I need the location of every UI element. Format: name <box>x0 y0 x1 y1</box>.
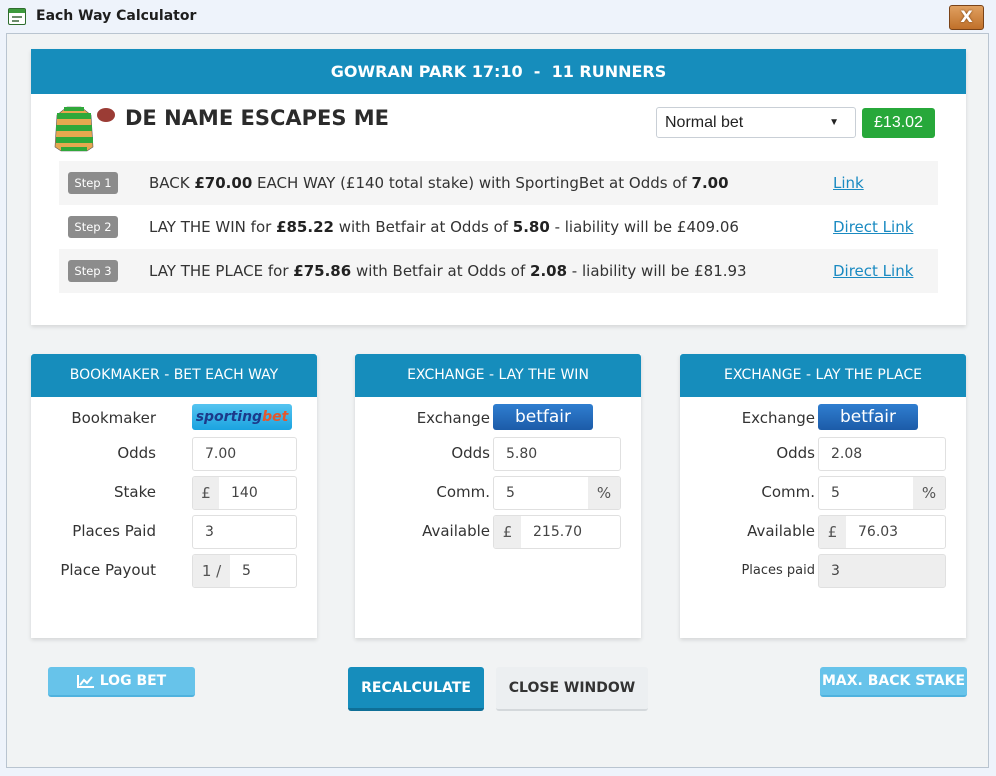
places-paid-label: Places Paid <box>72 522 156 540</box>
step-row: Step 2 LAY THE WIN for £85.22 with Betfa… <box>59 205 938 249</box>
window-title: Each Way Calculator <box>36 8 197 24</box>
step-direct-link[interactable]: Direct Link <box>833 262 913 280</box>
available-input[interactable]: £ 76.03 <box>818 515 946 549</box>
panel-title: EXCHANGE - LAY THE PLACE <box>680 354 966 397</box>
available-input[interactable]: £ 215.70 <box>493 515 621 549</box>
bet-type-value: Normal bet <box>665 114 744 131</box>
lay-win-panel: EXCHANGE - LAY THE WIN Exchange betfair … <box>355 354 641 638</box>
stake-input[interactable]: £ 140 <box>192 476 297 510</box>
odds-label: Odds <box>451 444 490 462</box>
panel-title: BOOKMAKER - BET EACH WAY <box>31 354 317 397</box>
step-direct-link[interactable]: Direct Link <box>833 218 913 236</box>
close-window-icon[interactable]: X <box>949 5 984 30</box>
commission-label: Comm. <box>436 483 490 501</box>
step-instruction: LAY THE PLACE for £75.86 with Betfair at… <box>149 262 747 280</box>
betfair-logo[interactable]: betfair <box>493 404 593 430</box>
odds-input[interactable]: 2.08 <box>818 437 946 471</box>
bookmaker-label: Bookmaker <box>71 409 156 427</box>
step-badge: Step 3 <box>68 260 118 282</box>
race-header: GOWRAN PARK 17:10 - 11 RUNNERS <box>31 49 966 94</box>
race-card: GOWRAN PARK 17:10 - 11 RUNNERS DE NAME E… <box>31 49 966 325</box>
percent-addon: % <box>588 477 620 509</box>
log-bet-label: LOG BET <box>99 673 167 689</box>
odds-label: Odds <box>117 444 156 462</box>
fraction-addon: 1 / <box>193 555 230 587</box>
step-row: Step 1 BACK £70.00 EACH WAY (£140 total … <box>59 161 938 205</box>
percent-addon: % <box>913 477 945 509</box>
place-payout-label: Place Payout <box>60 561 156 579</box>
step-instruction: BACK £70.00 EACH WAY (£140 total stake) … <box>149 174 729 192</box>
steps-list: Step 1 BACK £70.00 EACH WAY (£140 total … <box>59 161 938 293</box>
log-bet-button[interactable]: LOG BET <box>48 667 195 697</box>
bet-type-select[interactable]: Normal bet ▼ <box>656 107 856 138</box>
place-payout-input[interactable]: 1 / 5 <box>192 554 297 588</box>
step-instruction: LAY THE WIN for £85.22 with Betfair at O… <box>149 218 739 236</box>
betfair-logo[interactable]: betfair <box>818 404 918 430</box>
odds-label: Odds <box>776 444 815 462</box>
step-badge: Step 1 <box>68 172 118 194</box>
places-paid-input[interactable]: 3 <box>192 515 297 549</box>
currency-addon: £ <box>193 477 219 509</box>
sportingbet-logo[interactable]: sporting bet <box>192 404 292 430</box>
available-label: Available <box>747 522 815 540</box>
profit-badge: £13.02 <box>862 108 935 138</box>
odds-input[interactable]: 5.80 <box>493 437 621 471</box>
chevron-down-icon: ▼ <box>829 117 839 128</box>
currency-addon: £ <box>494 516 521 548</box>
places-paid-label: Places paid <box>741 563 815 578</box>
currency-addon: £ <box>819 516 846 548</box>
commission-input[interactable]: 5 % <box>493 476 621 510</box>
step-row: Step 3 LAY THE PLACE for £75.86 with Bet… <box>59 249 938 293</box>
odds-input[interactable]: 7.00 <box>192 437 297 471</box>
available-label: Available <box>422 522 490 540</box>
commission-input[interactable]: 5 % <box>818 476 946 510</box>
places-paid-readonly: 3 <box>818 554 946 588</box>
exchange-label: Exchange <box>741 409 815 427</box>
close-window-button[interactable]: CLOSE WINDOW <box>496 667 648 711</box>
stake-label: Stake <box>114 483 156 501</box>
commission-label: Comm. <box>761 483 815 501</box>
title-bar: Each Way Calculator X <box>0 0 996 34</box>
jockey-silks-icon <box>54 106 115 152</box>
step-badge: Step 2 <box>68 216 118 238</box>
panel-title: EXCHANGE - LAY THE WIN <box>355 354 641 397</box>
bookmaker-panel: BOOKMAKER - BET EACH WAY Bookmaker sport… <box>31 354 317 638</box>
max-back-stake-button[interactable]: MAX. BACK STAKE <box>820 667 967 697</box>
exchange-label: Exchange <box>416 409 490 427</box>
step-link[interactable]: Link <box>833 174 864 192</box>
line-chart-icon <box>76 675 94 688</box>
recalculate-button[interactable]: RECALCULATE <box>348 667 484 711</box>
calculator-app-icon <box>8 8 26 25</box>
horse-name: DE NAME ESCAPES ME <box>125 106 390 130</box>
lay-place-panel: EXCHANGE - LAY THE PLACE Exchange betfai… <box>680 354 966 638</box>
